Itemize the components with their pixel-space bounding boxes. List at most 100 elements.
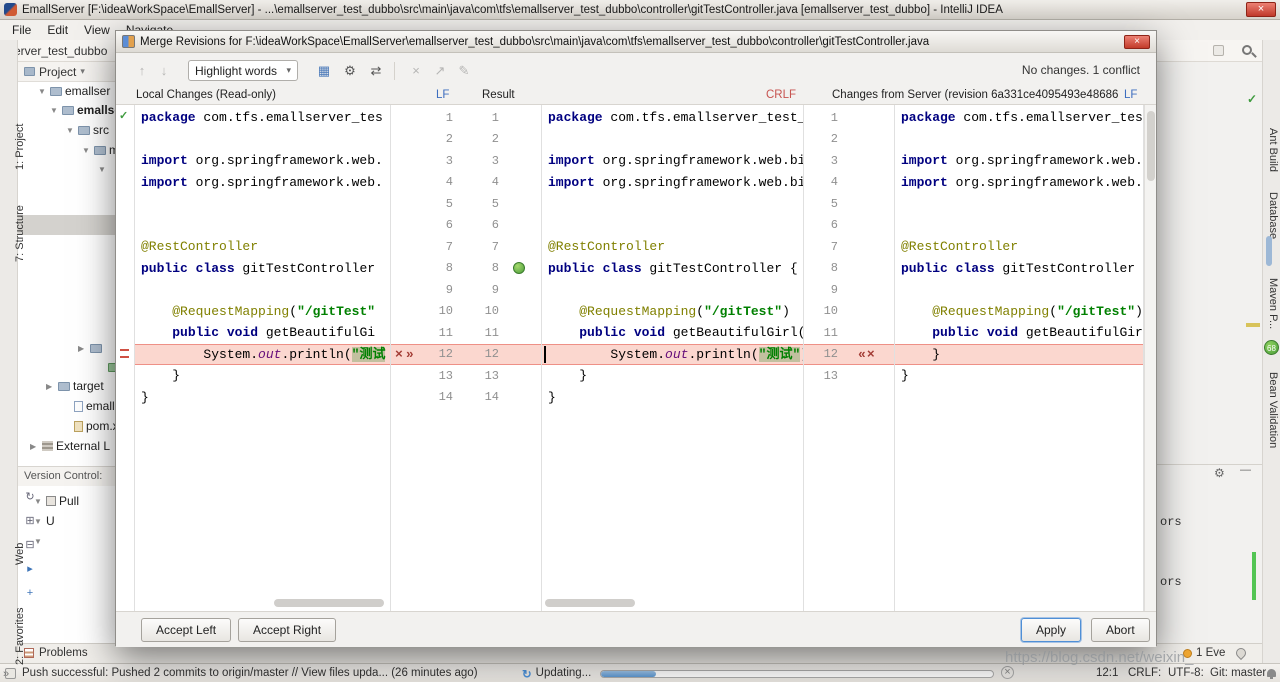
ignore-left-change-icon[interactable]: ×	[395, 347, 403, 362]
right-editor-pane[interactable]: package com.tfs.emallserver_test_import …	[894, 105, 1144, 611]
encoding-indicator[interactable]: UTF-8:	[1168, 667, 1204, 679]
tree-item[interactable]: ▶	[78, 339, 105, 357]
dialog-scrollbar-track[interactable]	[1144, 105, 1156, 611]
tree-item-label: U	[46, 514, 55, 528]
tab-problems[interactable]: Problems	[24, 647, 88, 659]
apply-left-change-icon[interactable]: »	[406, 347, 412, 362]
line-ending-indicator[interactable]: CRLF:	[1128, 667, 1161, 679]
tool-button-structure[interactable]: 7: Structure	[14, 205, 26, 262]
chevron-down-icon[interactable]: ▼	[98, 165, 107, 174]
scrollbar-thumb[interactable]	[1147, 111, 1155, 181]
cancel-progress-icon[interactable]: ×	[1001, 666, 1014, 679]
resolve-hint-icon[interactable]	[513, 262, 525, 274]
menu-edit[interactable]: Edit	[39, 23, 76, 37]
line-number-server: 8	[804, 261, 850, 275]
chevron-right-icon[interactable]: ▶	[30, 442, 39, 451]
settings-icon[interactable]	[1213, 45, 1224, 56]
tool-button-ant-build[interactable]: Ant Build	[1267, 128, 1279, 172]
scrollbar-thumb[interactable]	[274, 599, 384, 607]
dialog-close-button[interactable]: ×	[1124, 35, 1150, 49]
tool-button-project[interactable]: 1: Project	[14, 124, 26, 170]
chevron-down-icon[interactable]: ▼	[50, 106, 59, 115]
chevron-right-icon[interactable]: ▶	[78, 344, 87, 353]
left-pane-line-ending: LF	[436, 89, 449, 101]
tree-item[interactable]: ▶target	[46, 377, 104, 395]
caret-position-indicator[interactable]: 12:1	[1096, 667, 1118, 679]
code-line	[895, 387, 1143, 409]
version-control-header[interactable]: Version Control:	[18, 466, 115, 486]
apply-right-change-icon[interactable]: «	[858, 347, 864, 362]
menu-view[interactable]: View	[76, 23, 118, 37]
tool-button-maven[interactable]: Maven P...	[1267, 278, 1279, 329]
apply-button[interactable]: Apply	[1021, 618, 1081, 642]
chevron-down-icon[interactable]: ▼	[66, 126, 75, 135]
tree-item[interactable]: pom.x	[62, 417, 115, 435]
left-gutter: 11223344556677889910101111×»121213131414	[391, 105, 541, 611]
window-close-button[interactable]: ×	[1246, 2, 1276, 17]
notifications-icon[interactable]	[1267, 669, 1276, 677]
pin-icon[interactable]	[1234, 646, 1248, 660]
compare-options-icon[interactable]: ⇄	[366, 61, 386, 81]
tree-item[interactable]: ▶External L	[30, 437, 110, 455]
add-icon[interactable]: +	[23, 586, 37, 600]
tree-item[interactable]: ▼	[98, 160, 110, 178]
tree-item[interactable]: ▼	[34, 532, 46, 550]
middle-horizontal-scrollbar[interactable]	[541, 599, 804, 607]
git-branch-indicator[interactable]: Git: master	[1210, 667, 1266, 679]
dialog-titlebar[interactable]: Merge Revisions for F:\ideaWorkSpace\Ema…	[116, 31, 1156, 53]
hide-tool-window-icon[interactable]: —	[1240, 464, 1251, 476]
abort-button[interactable]: Abort	[1091, 618, 1150, 642]
settings-gear-icon[interactable]: ⚙	[340, 61, 360, 81]
middle-pane-title: Result	[482, 89, 515, 101]
code-token: out	[665, 347, 688, 362]
project-panel-header[interactable]: Project ▾	[18, 62, 115, 82]
chevron-right-icon[interactable]: ▶	[46, 382, 55, 391]
code-line: @RequestMapping("/gitTest"	[135, 301, 390, 323]
chevron-down-icon[interactable]: ▼	[82, 146, 91, 155]
lib-icon	[42, 441, 53, 451]
gutter-row: 1010	[391, 301, 541, 323]
scrollbar-thumb[interactable]	[1266, 236, 1272, 266]
tree-item[interactable]: ▼src	[66, 121, 109, 139]
accept-left-button[interactable]: Accept Left	[141, 618, 231, 642]
accept-right-button[interactable]: Accept Right	[238, 618, 336, 642]
code-token: .println(	[688, 347, 758, 362]
chevron-down-icon[interactable]: ▼	[34, 537, 43, 546]
left-editor-pane[interactable]: package com.tfs.emallserver_tesimport or…	[134, 105, 391, 611]
next-difference-icon[interactable]: ↓	[154, 61, 174, 81]
chevron-down-icon[interactable]: ▼	[34, 497, 43, 506]
tree-item[interactable]: ▼U	[34, 512, 55, 530]
code-token: @RestController	[141, 239, 258, 254]
tool-button-database[interactable]: Database	[1267, 192, 1279, 239]
status-message[interactable]: Push successful: Pushed 2 commits to ori…	[22, 667, 478, 679]
tree-item[interactable]: te	[96, 358, 115, 376]
tree-item[interactable]: ▼emallserver	[50, 101, 115, 119]
ignore-all-icon: ×	[406, 61, 426, 81]
tool-button-bean-validation[interactable]: Bean Validation	[1267, 372, 1279, 448]
ignore-right-change-icon[interactable]: ×	[867, 347, 875, 362]
tree-item[interactable]: ▼emallser	[38, 82, 110, 100]
tree-item[interactable]: ▼Pull	[34, 492, 79, 510]
code-token: public class	[141, 261, 242, 276]
code-line	[895, 193, 1143, 215]
breadcrumb[interactable]: server_test_dubbo	[8, 44, 107, 58]
chevron-down-icon[interactable]: ▼	[38, 87, 47, 96]
left-horizontal-scrollbar[interactable]	[134, 599, 391, 607]
tool-button-favorites[interactable]: 2: Favorites	[14, 608, 26, 665]
menu-file[interactable]: File	[4, 23, 39, 37]
code-token	[901, 325, 932, 340]
scrollbar-thumb[interactable]	[545, 599, 635, 607]
code-line	[542, 129, 803, 151]
highlight-mode-select[interactable]: Highlight words ▾	[188, 60, 298, 81]
gear-icon[interactable]: ⚙	[1214, 466, 1225, 480]
hide-stripes-icon[interactable]: »	[3, 668, 9, 680]
tree-item[interactable]: ▼ma	[82, 141, 115, 159]
previous-difference-icon[interactable]: ↑	[132, 61, 152, 81]
search-icon[interactable]	[1242, 45, 1252, 55]
result-editor-pane[interactable]: package com.tfs.emallserver_test_dimport…	[541, 105, 804, 611]
viewer-layout-icon[interactable]: ▦	[314, 61, 334, 81]
tool-button-web[interactable]: Web	[14, 543, 26, 565]
chevron-down-icon[interactable]: ▼	[34, 517, 43, 526]
gutter-row: 12«×	[804, 344, 894, 366]
tree-item[interactable]: emalls	[62, 397, 115, 415]
